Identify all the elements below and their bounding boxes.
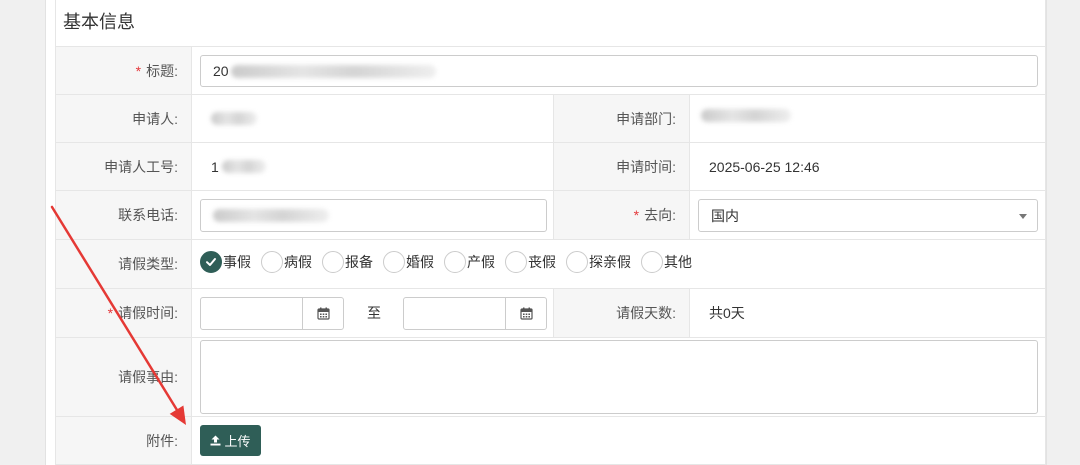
- radio-circle[interactable]: [641, 251, 663, 273]
- leave-time-label: * 请假时间:: [55, 289, 192, 338]
- leave-type-option-family-visit[interactable]: 探亲假: [566, 251, 631, 273]
- leave-type-option-personal[interactable]: 事假: [200, 251, 251, 273]
- upload-button-label: 上传: [224, 434, 251, 449]
- leave-type-option-report[interactable]: 报备: [322, 251, 373, 273]
- section-title: 基本信息: [55, 0, 1046, 47]
- end-date-text[interactable]: [404, 298, 505, 329]
- employee-id-value: 1: [192, 143, 554, 191]
- upload-icon: [210, 435, 221, 446]
- calendar-icon: [316, 307, 330, 320]
- radio-label: 事假: [223, 254, 251, 270]
- check-icon: [206, 258, 216, 266]
- reason-label: 请假事由:: [55, 338, 192, 417]
- leave-type-option-sick[interactable]: 病假: [261, 251, 312, 273]
- chevron-down-icon: [1019, 214, 1027, 219]
- title-label: * 标题:: [55, 47, 192, 95]
- phone-input[interactable]: [200, 199, 547, 232]
- phone-label: 联系电话:: [55, 191, 192, 240]
- apply-time-value: 2025-06-25 12:46: [690, 143, 1046, 191]
- leave-type-option-bereavement[interactable]: 丧假: [505, 251, 556, 273]
- radio-label: 病假: [284, 254, 312, 270]
- destination-cell: 国内: [690, 191, 1046, 240]
- required-mark: *: [135, 62, 142, 79]
- department-value: [690, 95, 1046, 143]
- attachment-label: 附件:: [55, 417, 192, 465]
- radio-circle[interactable]: [505, 251, 527, 273]
- radio-circle[interactable]: [322, 251, 344, 273]
- leave-time-cell: 至: [192, 289, 554, 338]
- required-mark: *: [633, 207, 640, 223]
- apply-time-label: 申请时间:: [554, 143, 690, 191]
- destination-selected-value: 国内: [711, 207, 739, 224]
- date-range-separator: 至: [367, 305, 381, 321]
- attachment-cell: 上传: [192, 417, 1046, 465]
- radio-label: 产假: [467, 254, 495, 270]
- employee-id-label: 申请人工号:: [55, 143, 192, 191]
- radio-circle[interactable]: [566, 251, 588, 273]
- leave-type-label: 请假类型:: [55, 240, 192, 289]
- title-label-text: 标题:: [146, 62, 178, 79]
- department-label: 申请部门:: [554, 95, 690, 143]
- upload-button[interactable]: 上传: [200, 425, 261, 456]
- start-date-text[interactable]: [201, 298, 302, 329]
- leave-days-value: 共0天: [690, 289, 1046, 338]
- start-date-picker-button[interactable]: [302, 298, 343, 329]
- leave-time-label-text: 请假时间:: [118, 305, 178, 321]
- redacted-blur: [230, 64, 436, 78]
- radio-circle[interactable]: [444, 251, 466, 273]
- radio-label: 报备: [345, 254, 373, 270]
- title-cell: 20: [192, 47, 1046, 95]
- radio-label: 探亲假: [589, 254, 631, 270]
- reason-cell: [192, 338, 1046, 417]
- radio-label: 丧假: [528, 254, 556, 270]
- applicant-value: [192, 95, 554, 143]
- destination-label: * 去向:: [554, 191, 690, 240]
- leave-type-option-maternity[interactable]: 产假: [444, 251, 495, 273]
- required-mark: *: [107, 305, 114, 321]
- redacted-blur: [221, 160, 266, 173]
- reason-textarea[interactable]: [200, 340, 1038, 414]
- end-date-input[interactable]: [403, 297, 547, 330]
- leave-type-radio-group: 事假 病假 报备 婚假 产假 丧假 探亲假 其他: [200, 251, 702, 273]
- leave-type-option-other[interactable]: 其他: [641, 251, 692, 273]
- radio-circle[interactable]: [383, 251, 405, 273]
- redacted-blur: [701, 109, 791, 122]
- destination-label-text: 去向:: [644, 207, 676, 223]
- destination-select[interactable]: 国内: [698, 199, 1038, 232]
- title-input-value: 20: [213, 63, 229, 79]
- leave-type-option-marriage[interactable]: 婚假: [383, 251, 434, 273]
- end-date-picker-button[interactable]: [505, 298, 546, 329]
- applicant-label: 申请人:: [55, 95, 192, 143]
- radio-circle[interactable]: [261, 251, 283, 273]
- phone-cell: [192, 191, 554, 240]
- leave-days-label: 请假天数:: [554, 289, 690, 338]
- redacted-blur: [213, 209, 329, 222]
- radio-label: 其他: [664, 254, 692, 270]
- employee-id-text: 1: [211, 158, 219, 175]
- redacted-blur: [211, 112, 257, 125]
- radio-label: 婚假: [406, 254, 434, 270]
- title-input[interactable]: 20: [200, 55, 1038, 87]
- calendar-icon: [519, 307, 533, 320]
- radio-circle[interactable]: [200, 251, 222, 273]
- start-date-input[interactable]: [200, 297, 344, 330]
- leave-type-cell: 事假 病假 报备 婚假 产假 丧假 探亲假 其他: [192, 240, 1046, 289]
